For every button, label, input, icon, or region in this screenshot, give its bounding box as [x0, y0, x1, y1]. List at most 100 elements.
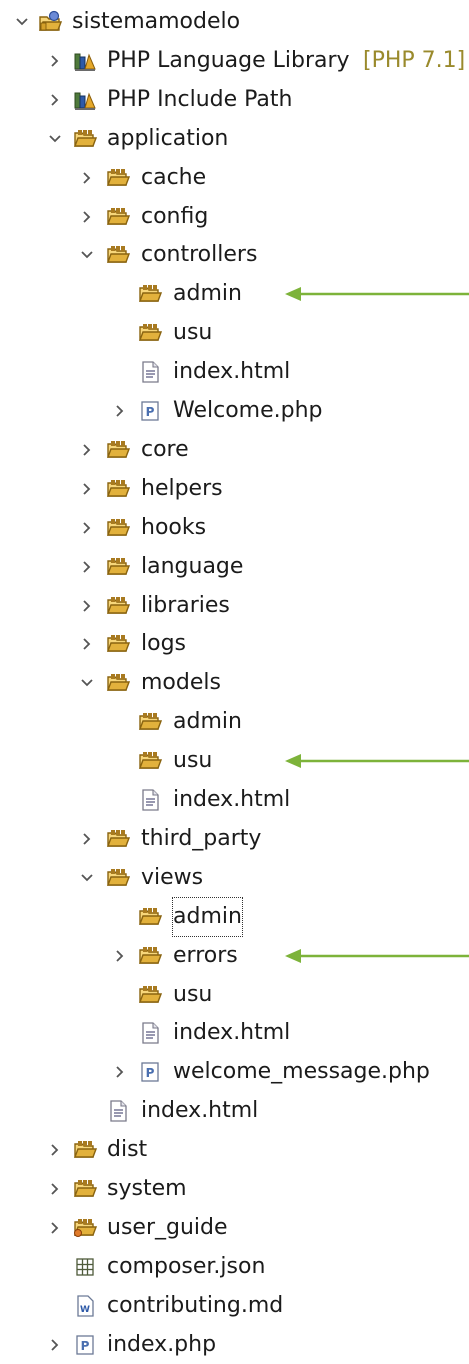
- tree-item-application[interactable]: application: [0, 120, 469, 158]
- tree-item-user-guide[interactable]: user_guide: [0, 1209, 469, 1247]
- folder-icon: [138, 983, 162, 1007]
- tree-item-welcome-php[interactable]: P Welcome.php: [0, 392, 469, 430]
- chevron-right-icon[interactable]: [77, 168, 97, 188]
- chevron-right-icon[interactable]: [45, 51, 65, 71]
- tree-item-logs[interactable]: logs: [0, 625, 469, 663]
- tree-item-label: usu: [173, 748, 213, 774]
- tree-item-label: index.html: [141, 1098, 259, 1124]
- tree-item-third-party[interactable]: third_party: [0, 820, 469, 858]
- folder-icon: [138, 282, 162, 306]
- folder-icon: [106, 594, 130, 618]
- tree-item-label: contributing.md: [107, 1292, 284, 1318]
- chevron-down-icon[interactable]: [77, 673, 97, 693]
- chevron-right-icon[interactable]: [77, 518, 97, 538]
- tree-item-index-php[interactable]: P index.php: [0, 1326, 469, 1364]
- tree-item-label: index.php: [107, 1331, 217, 1357]
- chevron-right-icon[interactable]: [45, 1140, 65, 1160]
- php-project-icon: [38, 10, 62, 34]
- tree-item-index-html[interactable]: index.html: [0, 353, 469, 391]
- folder-icon: [106, 516, 130, 540]
- chevron-right-icon[interactable]: [77, 479, 97, 499]
- tree-item-label: user_guide: [107, 1214, 228, 1240]
- chevron-down-icon[interactable]: [77, 868, 97, 888]
- tree-item-label: cache: [141, 164, 207, 190]
- tree-item-hooks[interactable]: hooks: [0, 509, 469, 547]
- tree-item-libraries[interactable]: libraries: [0, 587, 469, 625]
- folder-icon: [73, 1177, 97, 1201]
- tree-item-config[interactable]: config: [0, 198, 469, 236]
- chevron-down-icon[interactable]: [77, 245, 97, 265]
- tree-item-label: index.html: [173, 1020, 291, 1046]
- folder-icon: [106, 866, 130, 890]
- tree-item-label: controllers: [141, 242, 258, 268]
- tree-item-composer-json[interactable]: composer.json: [0, 1248, 469, 1286]
- tree-item-helpers[interactable]: helpers: [0, 470, 469, 508]
- svg-text:P: P: [146, 1066, 155, 1080]
- tree-item-label: admin: [173, 281, 242, 307]
- chevron-right-icon[interactable]: [77, 829, 97, 849]
- tree-item-label: usu: [173, 320, 213, 346]
- tree-item-label: libraries: [141, 592, 230, 618]
- chevron-right-icon[interactable]: [110, 946, 130, 966]
- tree-item-label: usu: [173, 981, 213, 1007]
- tree-item-language[interactable]: language: [0, 548, 469, 586]
- tree-item-label: errors: [173, 942, 238, 968]
- folder-icon: [73, 1138, 97, 1162]
- tree-item-admin[interactable]: admin: [0, 896, 469, 937]
- folder-icon: [106, 671, 130, 695]
- tree-item-views[interactable]: views: [0, 859, 469, 897]
- tree-item-index-html[interactable]: index.html: [0, 1092, 469, 1130]
- chevron-right-icon[interactable]: [45, 1335, 65, 1355]
- folder-icon: [106, 632, 130, 656]
- tree-item-sistemamodelo[interactable]: sistemamodelo: [0, 3, 469, 41]
- folder-icon: [106, 243, 130, 267]
- annotation-arrow-models: [285, 752, 469, 770]
- library-icon: [73, 88, 97, 112]
- chevron-right-icon[interactable]: [77, 596, 97, 616]
- tree-item-usu[interactable]: usu: [0, 976, 469, 1014]
- tree-item-label: helpers: [141, 475, 223, 501]
- folder-icon: [106, 477, 130, 501]
- tree-item-models[interactable]: models: [0, 664, 469, 702]
- php-file-icon: P: [138, 1060, 162, 1084]
- folder-icon: [106, 166, 130, 190]
- tree-item-label: admin: [172, 896, 243, 937]
- annotation-arrow-controllers-admin: [285, 285, 469, 303]
- tree-item-cache[interactable]: cache: [0, 159, 469, 197]
- chevron-right-icon[interactable]: [77, 207, 97, 227]
- chevron-right-icon[interactable]: [77, 557, 97, 577]
- tree-item-index-html[interactable]: index.html: [0, 781, 469, 819]
- special-folder-icon: [73, 1216, 97, 1240]
- tree-item-php-include-path[interactable]: PHP Include Path: [0, 81, 469, 119]
- tree-item-core[interactable]: core: [0, 431, 469, 469]
- folder-icon: [138, 710, 162, 734]
- chevron-right-icon[interactable]: [45, 1179, 65, 1199]
- project-explorer-tree: sistemamodelo PHP Language Library [PHP 7…: [0, 0, 469, 1364]
- folder-icon: [106, 827, 130, 851]
- html-file-icon: [138, 360, 162, 384]
- chevron-right-icon[interactable]: [77, 634, 97, 654]
- chevron-right-icon[interactable]: [110, 401, 130, 421]
- json-file-icon: [73, 1255, 97, 1279]
- php-file-icon: P: [73, 1333, 97, 1357]
- php-version-decoration: [PHP 7.1]: [363, 47, 466, 73]
- tree-item-usu[interactable]: usu: [0, 314, 469, 352]
- tree-item-dist[interactable]: dist: [0, 1131, 469, 1169]
- tree-item-label: index.html: [173, 787, 291, 812]
- chevron-right-icon[interactable]: [77, 440, 97, 460]
- tree-item-contributing-md[interactable]: W contributing.md: [0, 1287, 469, 1325]
- tree-item-controllers[interactable]: controllers: [0, 236, 469, 274]
- html-file-icon: [138, 1021, 162, 1045]
- tree-item-php-language-library[interactable]: PHP Language Library [PHP 7.1]: [0, 42, 469, 80]
- chevron-down-icon[interactable]: [45, 129, 65, 149]
- tree-item-system[interactable]: system: [0, 1170, 469, 1208]
- chevron-down-icon[interactable]: [12, 12, 32, 32]
- tree-item-admin[interactable]: admin: [0, 703, 469, 741]
- chevron-right-icon[interactable]: [45, 1218, 65, 1238]
- tree-item-welcome-message-php[interactable]: P welcome_message.php: [0, 1053, 469, 1091]
- tree-item-label: language: [141, 553, 244, 579]
- tree-item-index-html[interactable]: index.html: [0, 1014, 469, 1052]
- chevron-right-icon[interactable]: [110, 1062, 130, 1082]
- chevron-right-icon[interactable]: [45, 90, 65, 110]
- folder-icon: [106, 205, 130, 229]
